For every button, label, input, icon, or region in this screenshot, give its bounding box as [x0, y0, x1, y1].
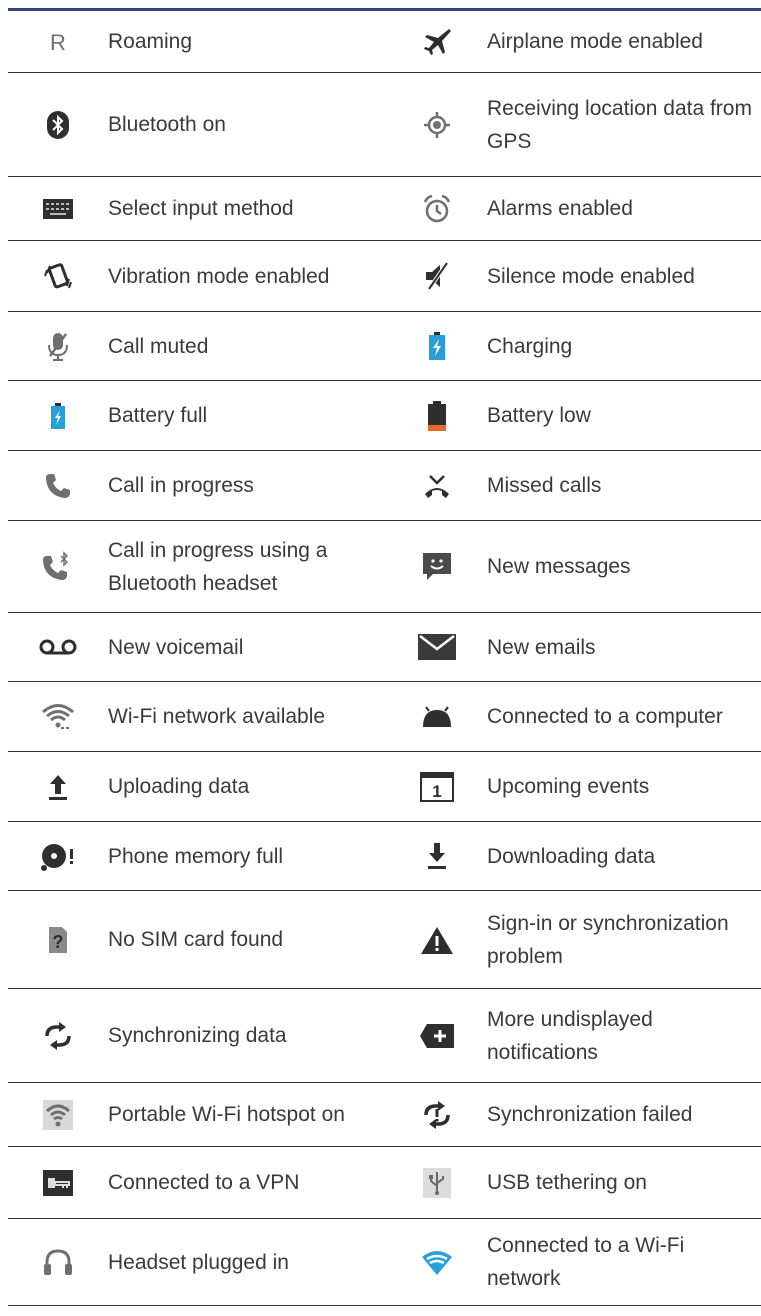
sync-icon [8, 1021, 108, 1050]
table-row: Battery full Battery low [8, 381, 761, 451]
vibrate-icon [8, 260, 108, 292]
hotspot-icon [8, 1099, 108, 1130]
status-label: Connected to a computer [487, 705, 723, 728]
silent-icon [387, 260, 487, 292]
mic-muted-icon [8, 330, 108, 362]
status-label: Airplane mode enabled [487, 30, 703, 53]
no-sim-icon: ? [8, 925, 108, 955]
status-label: Call in progress [108, 474, 254, 497]
android-usb-icon [387, 705, 487, 729]
upload-icon [8, 772, 108, 802]
table-row: New voicemail New emails [8, 613, 761, 682]
table-row: Vibration mode enabled Silence mode enabl… [8, 241, 761, 312]
svg-text:1: 1 [432, 782, 441, 801]
phone-icon [8, 471, 108, 501]
headset-icon [8, 1247, 108, 1277]
wifi-available-icon [8, 702, 108, 732]
table-row: Call in progress Missed calls [8, 451, 761, 521]
status-label: Battery full [108, 404, 208, 427]
status-label: Synchronizing data [108, 1024, 287, 1047]
calendar-icon: 1 [387, 771, 487, 802]
table-row: Uploading data 1 Upcoming events [8, 752, 761, 822]
table-row: Call muted Charging [8, 312, 761, 381]
table-row: Portable Wi-Fi hotspot on Synchronization… [8, 1083, 761, 1147]
status-label: Silence mode enabled [487, 264, 695, 288]
battery-full-icon [8, 402, 108, 430]
table-row: R Roaming Airplane mode enabled [8, 11, 761, 73]
status-label: Call in progress using a Bluetooth heads… [108, 538, 328, 595]
table-row: Connected to a VPN USB tethering on [8, 1147, 761, 1219]
memory-full-icon [8, 840, 108, 872]
wifi-connected-icon [387, 1248, 487, 1276]
missed-call-icon [387, 472, 487, 500]
status-label: Sign-in or synchronization problem [487, 911, 729, 968]
status-label: Downloading data [487, 844, 656, 868]
status-label: Roaming [108, 30, 193, 53]
table-row: Call in progress using a Bluetooth heads… [8, 521, 761, 613]
status-label: Connected to a VPN [108, 1171, 300, 1194]
status-label: USB tethering on [487, 1171, 647, 1194]
status-label: Receiving location data from GPS [487, 96, 752, 153]
status-label: Phone memory full [108, 844, 284, 868]
status-label: Battery low [487, 404, 591, 427]
table-row: Wi-Fi network available Connected to a co… [8, 682, 761, 752]
status-label: Vibration mode enabled [108, 264, 330, 288]
status-label: Synchronization failed [487, 1103, 693, 1126]
table-row: Synchronizing data More undisplayed notif… [8, 989, 761, 1083]
status-label: Bluetooth on [108, 113, 226, 136]
battery-low-icon [387, 400, 487, 432]
vpn-icon [8, 1169, 108, 1196]
sync-failed-icon [387, 1100, 487, 1129]
svg-text:R: R [50, 30, 66, 55]
status-label: More undisplayed notifications [487, 1007, 653, 1064]
table-row: Select input method Alarms enabled [8, 177, 761, 241]
status-label: New messages [487, 555, 631, 578]
gps-icon [387, 110, 487, 140]
status-label: Uploading data [108, 775, 250, 798]
table-row: Headset plugged in Connected to a Wi-Fi n… [8, 1219, 761, 1306]
status-label: Portable Wi-Fi hotspot on [108, 1103, 345, 1126]
voicemail-icon [8, 637, 108, 657]
status-label: New emails [487, 635, 596, 659]
status-label: Wi-Fi network available [108, 705, 326, 728]
status-label: Call muted [108, 334, 209, 358]
table-row: ? No SIM card found Sign-in or synchroniza… [8, 891, 761, 989]
charging-icon [387, 331, 487, 361]
roaming-icon: R [8, 27, 108, 57]
table-row: Bluetooth on Receiving location data from… [8, 73, 761, 177]
usb-icon [387, 1167, 487, 1198]
warning-icon [387, 925, 487, 955]
status-label: No SIM card found [108, 928, 284, 951]
message-icon [387, 551, 487, 583]
status-icon-table: R Roaming Airplane mode enabled Bluetooth o… [8, 8, 761, 1306]
status-label: Select input method [108, 197, 294, 220]
more-notifications-icon [387, 1023, 487, 1049]
bluetooth-icon [8, 110, 108, 140]
table-row: Phone memory full Downloading data [8, 822, 761, 891]
status-label: Connected to a Wi-Fi network [487, 1234, 685, 1290]
keyboard-icon [8, 198, 108, 219]
status-label: Missed calls [487, 474, 602, 497]
status-label: Upcoming events [487, 775, 650, 798]
status-label: Headset plugged in [108, 1250, 289, 1274]
airplane-icon [387, 26, 487, 58]
status-label: New voicemail [108, 635, 244, 659]
phone-bluetooth-icon [8, 550, 108, 583]
email-icon [387, 634, 487, 660]
download-icon [387, 840, 487, 872]
svg-text:?: ? [53, 932, 64, 952]
status-label: Alarms enabled [487, 197, 633, 220]
status-label: Charging [487, 334, 573, 358]
alarm-icon [387, 193, 487, 225]
